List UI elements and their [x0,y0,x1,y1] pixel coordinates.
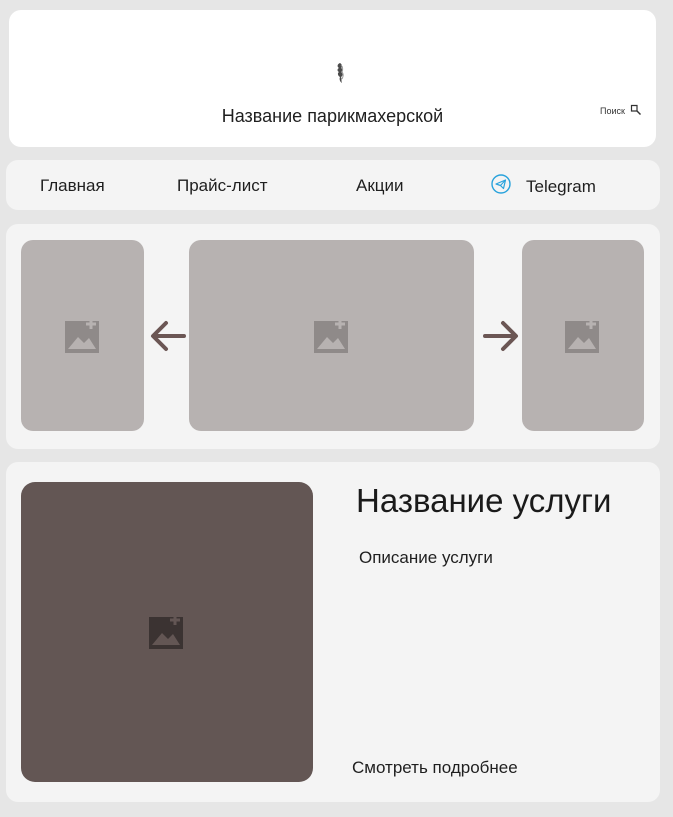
nav-item-telegram[interactable]: Telegram [490,173,596,200]
telegram-label: Telegram [526,176,596,196]
image-carousel [6,224,660,449]
hair-silhouette-icon[interactable] [327,60,353,86]
image-placeholder-icon [313,318,350,353]
main-nav: Главная Прайс-лист Акции Telegram [6,160,660,210]
arrow-right-icon[interactable] [482,317,520,355]
carousel-slide-previous[interactable] [21,240,144,431]
service-description: Описание услуги [359,548,493,567]
service-title: Название услуги [356,482,612,519]
telegram-icon [490,173,512,200]
service-card: Название услуги Описание услуги Смотреть… [6,462,660,802]
carousel-slide-next[interactable] [522,240,644,431]
carousel-slide-current[interactable] [189,240,474,431]
service-more-link[interactable]: Смотреть подробнее [352,758,518,778]
search-icon [630,104,642,118]
arrow-left-icon[interactable] [149,317,187,355]
brand-name: Название парикмахерской [221,106,444,126]
search-button[interactable]: Поиск [600,104,642,118]
image-placeholder-icon [149,615,185,649]
image-placeholder-icon [64,318,101,353]
search-label: Поиск [600,106,625,116]
nav-item-promotions[interactable]: Акции [356,176,404,196]
nav-item-price-list[interactable]: Прайс-лист [177,176,268,196]
nav-item-home[interactable]: Главная [40,176,105,196]
site-header: Название парикмахерской Поиск [9,10,656,147]
service-image[interactable] [21,482,313,782]
image-placeholder-icon [565,318,601,353]
